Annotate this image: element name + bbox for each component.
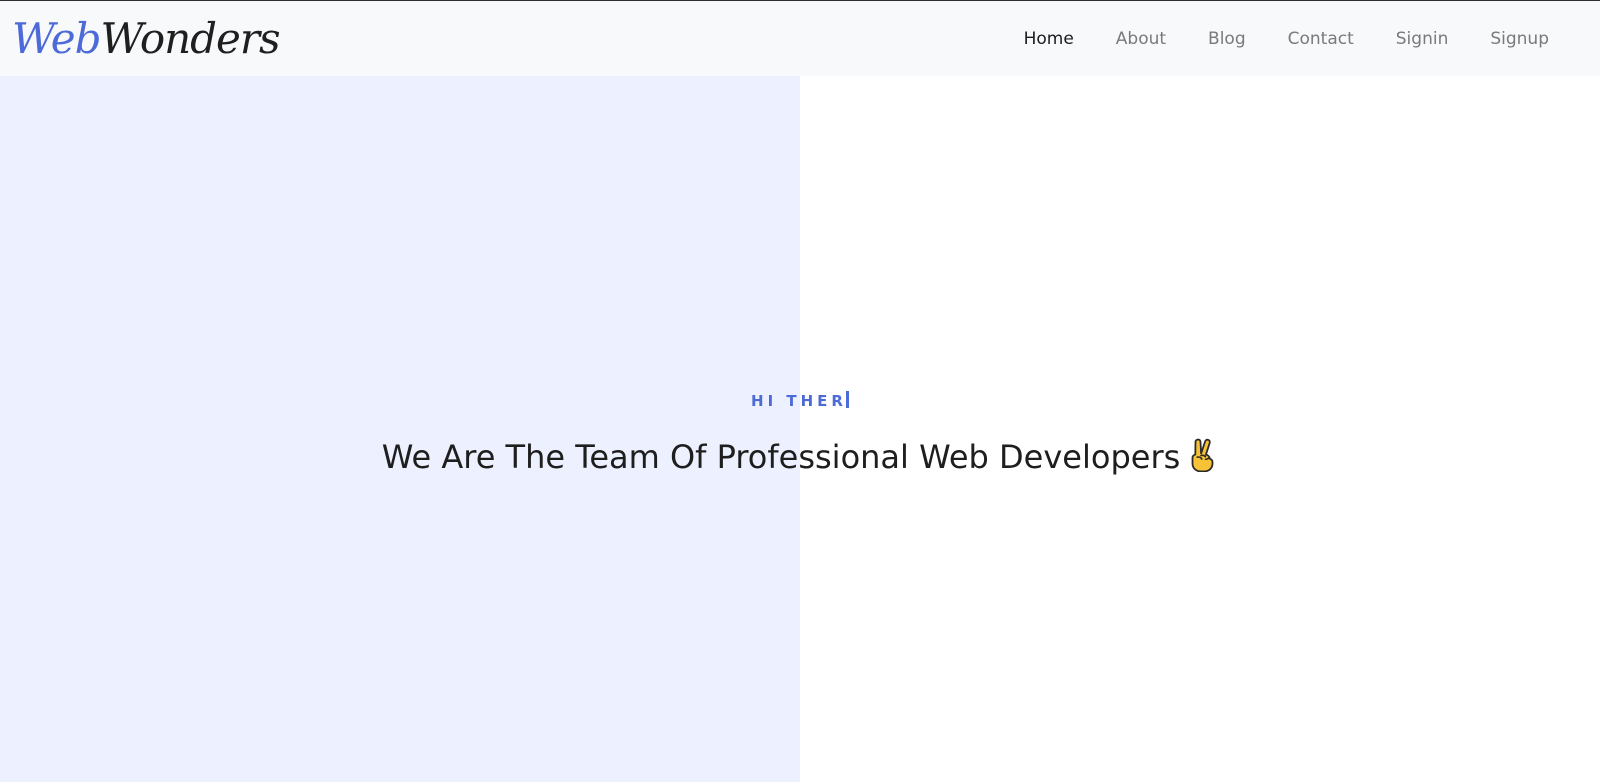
typing-cursor-icon xyxy=(845,391,849,408)
nav-item-signin: Signin xyxy=(1375,29,1470,49)
nav-item-blog: Blog xyxy=(1187,29,1267,49)
hero-greeting: HI THER xyxy=(0,391,1600,410)
nav-link-home[interactable]: Home xyxy=(1003,29,1095,49)
nav-link-blog[interactable]: Blog xyxy=(1187,29,1267,49)
nav-link-signup[interactable]: Signup xyxy=(1469,29,1570,49)
nav-item-contact: Contact xyxy=(1267,29,1375,49)
logo-text-wonders: Wonders xyxy=(100,13,281,63)
hero-heading-text: We Are The Team Of Professional Web Deve… xyxy=(381,438,1181,476)
nav-item-home: Home xyxy=(1003,29,1095,49)
hero-greeting-text: HI THER xyxy=(751,392,847,410)
victory-hand-icon xyxy=(1188,436,1218,480)
nav-item-about: About xyxy=(1095,29,1187,49)
logo-text-web: Web xyxy=(12,13,101,63)
main-navigation: Home About Blog Contact Signin Signup xyxy=(1003,29,1570,49)
nav-link-about[interactable]: About xyxy=(1095,29,1187,49)
hero-section: HI THER We Are The Team Of Professional … xyxy=(0,76,1600,782)
nav-item-signup: Signup xyxy=(1469,29,1570,49)
hero-heading: We Are The Team Of Professional Web Deve… xyxy=(0,436,1600,480)
nav-link-contact[interactable]: Contact xyxy=(1267,29,1375,49)
site-logo[interactable]: Web Wonders xyxy=(12,13,281,63)
page: Web Wonders Home About Blog Contact Sign… xyxy=(0,0,1600,782)
hero-content: HI THER We Are The Team Of Professional … xyxy=(0,76,1600,782)
nav-link-signin[interactable]: Signin xyxy=(1375,29,1470,49)
navbar: Web Wonders Home About Blog Contact Sign… xyxy=(0,1,1600,76)
